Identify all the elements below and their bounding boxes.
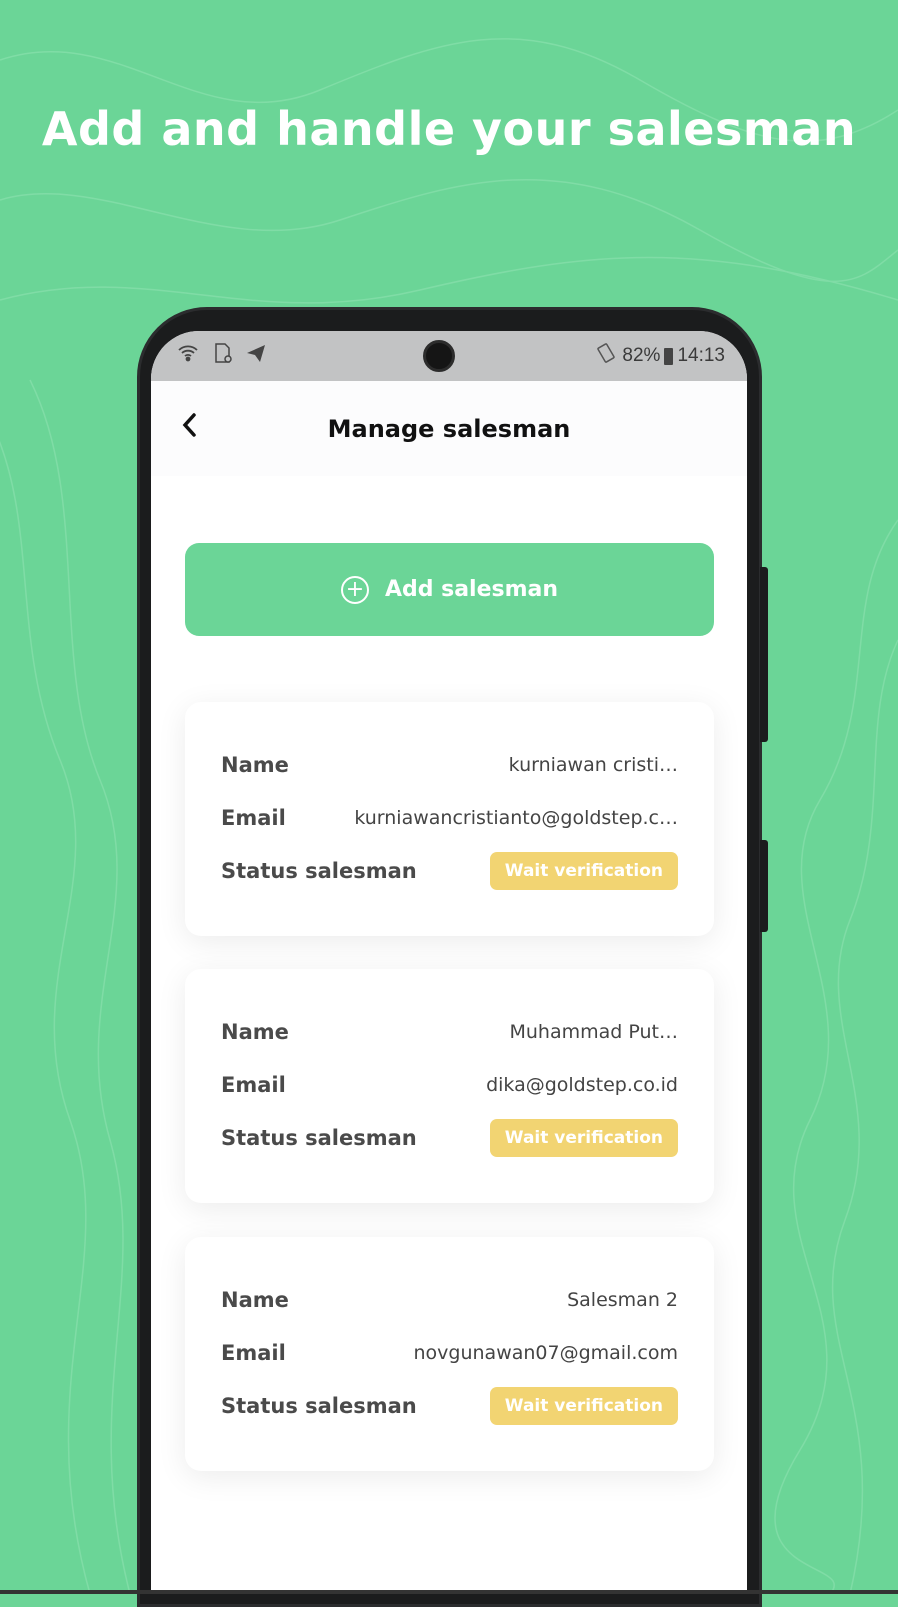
salesman-card[interactable]: Name Salesman 2 Email novgunawan07@gmail.c…: [185, 1237, 714, 1471]
name-label: Name: [221, 752, 289, 777]
email-label: Email: [221, 1340, 286, 1365]
status-label: Status salesman: [221, 1125, 417, 1150]
clock: 14:13: [677, 345, 725, 366]
volume-button: [760, 567, 768, 742]
name-value: kurniawan cristi…: [508, 753, 678, 776]
page-title: Manage salesman: [327, 414, 571, 443]
status-bar: 82% 14:13: [151, 331, 747, 381]
headline: Add and handle your salesman: [41, 102, 857, 156]
status-badge: Wait verification: [489, 1118, 678, 1157]
name-value: Muhammad Put…: [509, 1020, 679, 1043]
email-label: Email: [221, 1072, 286, 1097]
email-value: kurniawancristianto@goldstep.c…: [354, 806, 678, 829]
email-label: Email: [221, 805, 286, 830]
name-value: Salesman 2: [567, 1288, 678, 1311]
salesman-card[interactable]: Name kurniawan cristi… Email kurniawancris…: [185, 702, 714, 936]
back-arrow-icon[interactable]: [181, 411, 197, 446]
status-label: Status salesman: [221, 1393, 417, 1418]
telegram-icon: [245, 342, 267, 370]
email-value: dika@goldstep.co.id: [486, 1073, 678, 1096]
phone-screen: 82% 14:13 Manage salesman + Add salesman…: [151, 331, 747, 1594]
name-label: Name: [221, 1287, 289, 1312]
status-label: Status salesman: [221, 858, 417, 883]
camera-cutout: [423, 340, 455, 372]
add-salesman-label: Add salesman: [384, 577, 559, 602]
wifi-icon: [177, 342, 199, 370]
battery-icon: [664, 347, 674, 365]
salesman-card[interactable]: Name Muhammad Put… Email dika@goldstep.co.…: [185, 969, 714, 1203]
status-badge: Wait verification: [489, 1386, 678, 1425]
plus-circle-icon: +: [340, 575, 369, 604]
bottom-edge: [0, 1590, 898, 1594]
vibrate-icon: [594, 342, 618, 370]
power-button: [760, 840, 768, 932]
add-salesman-button[interactable]: + Add salesman: [185, 543, 714, 636]
sd-card-icon: [211, 342, 233, 370]
app-header: Manage salesman: [151, 381, 747, 476]
status-badge: Wait verification: [489, 851, 678, 890]
name-label: Name: [221, 1019, 289, 1044]
battery-percent: 82%: [622, 345, 661, 366]
email-value: novgunawan07@gmail.com: [413, 1341, 679, 1364]
